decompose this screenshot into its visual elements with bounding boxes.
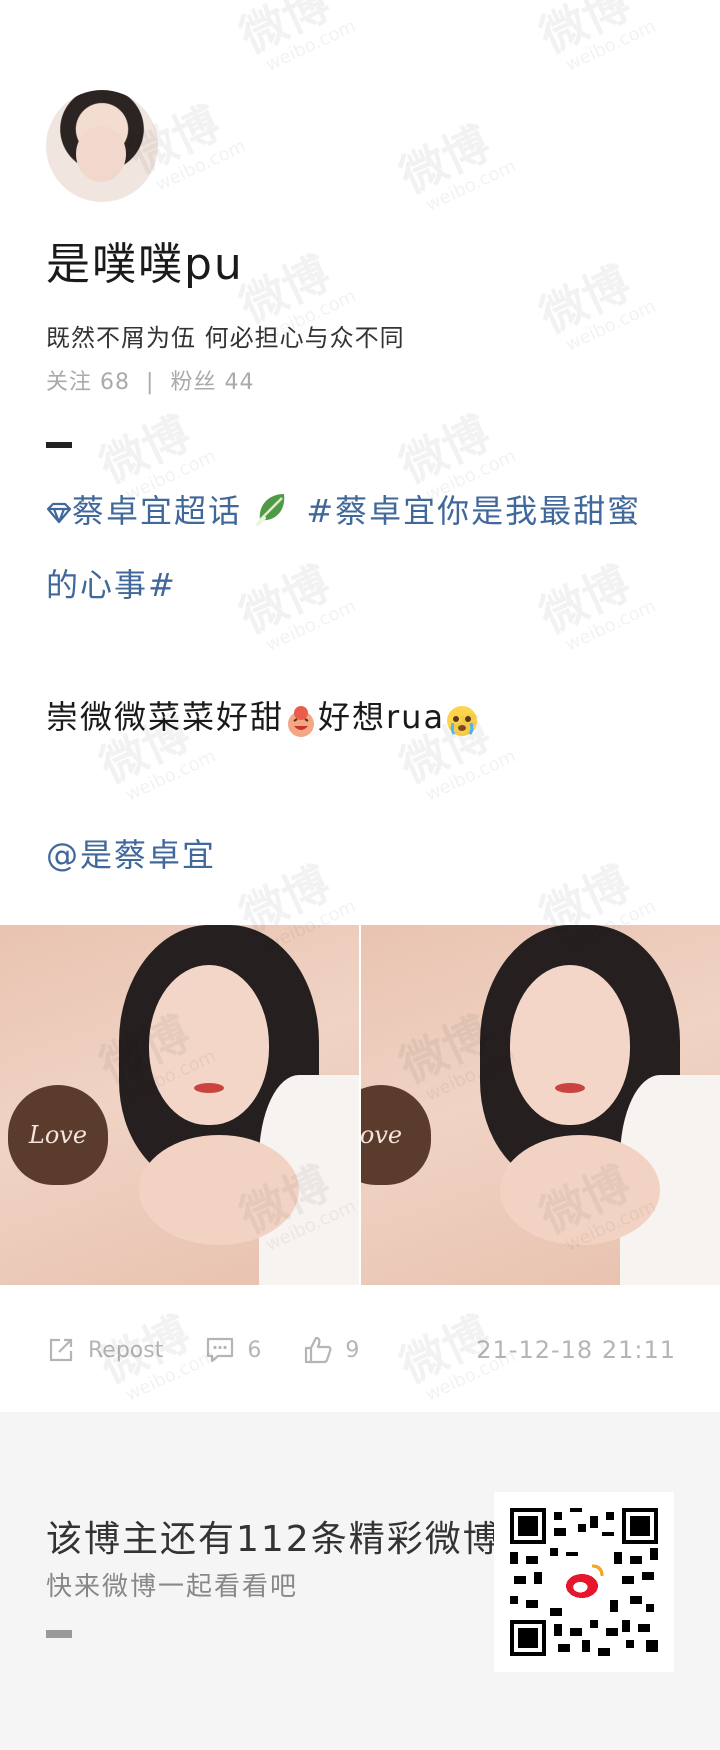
user-bio: 既然不屑为伍 何必担心与众不同	[46, 324, 405, 352]
photo-pillow-heart: Love	[8, 1085, 108, 1185]
post-text: 崇微微菜菜好甜 好想rua	[46, 692, 686, 738]
follow-stats: 关注 68 | 粉丝 44	[46, 364, 254, 396]
footer-divider	[46, 1630, 72, 1638]
stats-separator: |	[146, 370, 155, 395]
watermark: 微博weibo.com	[391, 115, 520, 216]
watermark: 微博weibo.com	[531, 0, 660, 76]
thumbs-up-icon	[305, 1336, 332, 1364]
repost-label: Repost	[88, 1337, 164, 1363]
supertopic-link[interactable]: 蔡卓宜超话	[46, 492, 254, 530]
diamond-icon	[46, 502, 72, 524]
qr-code[interactable]	[494, 1492, 674, 1672]
footer-title: 该博主还有112条精彩微博	[46, 1519, 501, 1560]
post-text-part2: 好想rua	[318, 698, 446, 736]
post-timestamp: 21-12-18 21:11	[476, 1336, 676, 1364]
avatar[interactable]	[46, 90, 158, 202]
like-button[interactable]: 9	[303, 1335, 359, 1365]
hashtag-link-continued[interactable]: 的心事#	[46, 566, 177, 604]
followers-label: 粉丝	[170, 370, 217, 395]
following-count: 68	[100, 370, 131, 395]
vegetable-icon	[256, 494, 285, 526]
action-bar: Repost 6 9 21-12-18 21:11	[46, 1328, 676, 1372]
post-text-part1: 崇微微菜菜好甜	[46, 698, 285, 736]
mention-link[interactable]: @是蔡卓宜	[46, 830, 686, 876]
photo-grid: Love ove	[0, 925, 720, 1285]
post-photo[interactable]: ove	[361, 925, 720, 1285]
footer-subtitle: 快来微博一起看看吧	[46, 1572, 299, 1602]
hashtag-link[interactable]: #蔡卓宜你是我最甜蜜	[306, 492, 641, 530]
repost-button[interactable]: Repost	[46, 1335, 163, 1365]
following-label: 关注	[46, 370, 93, 395]
topic-line: 蔡卓宜超话 #蔡卓宜你是我最甜蜜 的心事#	[46, 474, 686, 622]
section-divider	[46, 442, 72, 448]
user-name[interactable]: 是噗噗pu	[46, 228, 244, 292]
repost-icon	[49, 1338, 73, 1362]
comment-button[interactable]: 6	[205, 1335, 261, 1365]
footer-promo: 该博主还有112条精彩微博 快来微博一起看看吧	[0, 1412, 720, 1750]
post-body: 蔡卓宜超话 #蔡卓宜你是我最甜蜜 的心事# 崇微微菜菜好甜 好想rua @是蔡卓宜	[46, 474, 686, 876]
comment-count: 6	[247, 1337, 262, 1363]
comment-icon	[207, 1337, 234, 1363]
watermark: 微博weibo.com	[231, 0, 360, 76]
post-photo[interactable]: Love	[0, 925, 359, 1285]
followers-count: 44	[224, 370, 255, 395]
photo-pillow-heart: ove	[361, 1085, 431, 1185]
crying-emoji-icon	[447, 706, 478, 736]
watermark: 微博weibo.com	[531, 255, 660, 356]
qr-code-icon	[510, 1508, 658, 1656]
supertopic-label: 蔡卓宜超话	[72, 492, 243, 530]
laughing-emoji-icon	[288, 706, 315, 737]
like-count: 9	[345, 1337, 360, 1363]
